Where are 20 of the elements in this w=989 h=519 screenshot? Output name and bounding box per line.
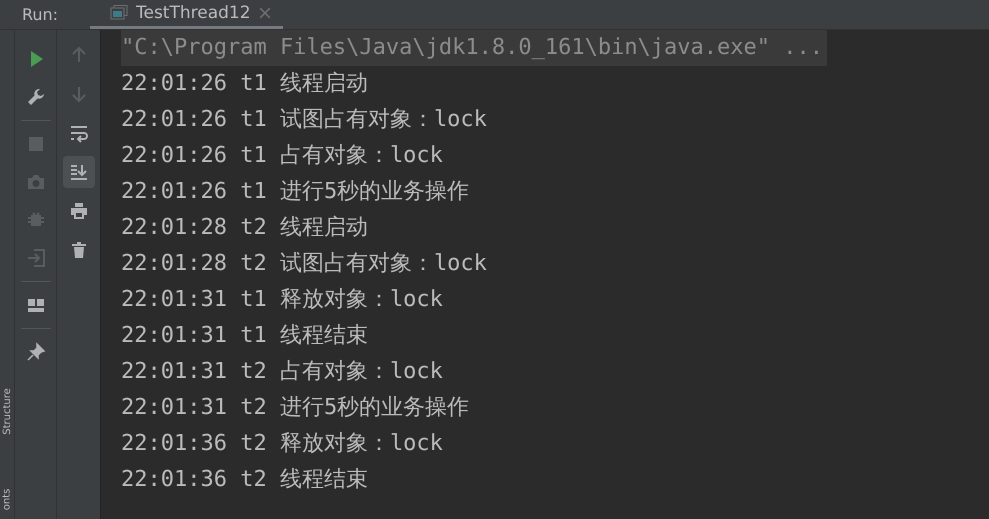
log-line: 22:01:31 t2 进行5秒的业务操作 (121, 394, 470, 422)
log-line: 22:01:31 t2 占有对象：lock (121, 358, 443, 386)
side-tab[interactable]: Structure (2, 388, 12, 435)
close-icon[interactable] (258, 7, 271, 19)
pin-icon[interactable] (26, 342, 46, 362)
run-label: Run: (21, 4, 60, 26)
log-line: 22:01:26 t1 占有对象：lock (121, 142, 443, 170)
log-line: 22:01:26 t1 试图占有对象：lock (121, 106, 487, 134)
scroll-to-end-icon[interactable] (62, 156, 94, 188)
log-line: 22:01:36 t2 释放对象：lock (121, 430, 443, 458)
side-tab[interactable]: onts (2, 488, 12, 510)
log-line: 22:01:28 t2 试图占有对象：lock (121, 250, 487, 278)
log-line: 22:01:36 t2 线程结束 (121, 466, 368, 494)
log-line: 22:01:31 t1 线程结束 (121, 322, 368, 350)
log-line: 22:01:26 t1 进行5秒的业务操作 (121, 178, 470, 206)
wrench-icon[interactable] (26, 87, 46, 107)
log-line: 22:01:26 t1 线程启动 (121, 70, 368, 98)
log-line: 22:01:28 t2 线程启动 (121, 214, 368, 242)
log-line: 22:01:31 t1 释放对象：lock (121, 286, 443, 314)
console-icon (110, 5, 128, 21)
